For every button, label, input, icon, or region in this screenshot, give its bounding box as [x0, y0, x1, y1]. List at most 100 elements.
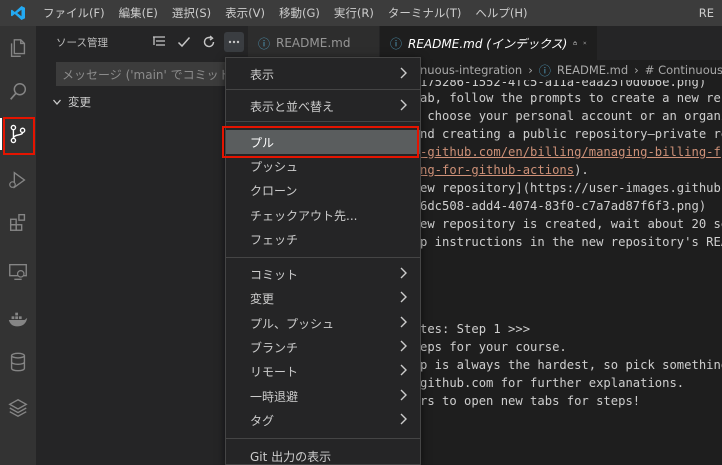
editor-line: choose your personal account or an organ…	[420, 109, 722, 123]
menu-item-label: プル、プッシュ	[250, 316, 335, 331]
menu-item-label: プル	[250, 135, 275, 150]
menu-view[interactable]: 表示(V)	[218, 0, 272, 26]
editor-line: tes: Step 1 >>>	[420, 322, 531, 336]
more-actions-icon[interactable]	[224, 32, 244, 52]
chevron-right-icon	[400, 389, 407, 401]
menu-edit[interactable]: 編集(E)	[112, 0, 165, 26]
database-icon[interactable]	[0, 342, 36, 382]
chevron-right-icon	[400, 67, 407, 79]
editor-line: ab, follow the prompts to create a new r…	[420, 91, 722, 105]
source-control-highlight	[3, 117, 35, 155]
layers-icon[interactable]	[0, 388, 36, 428]
tab-label: README.md	[276, 36, 351, 50]
menu-item-label: タグ	[250, 413, 275, 428]
menu-item-view-sort[interactable]: 表示と並べ替え	[226, 94, 420, 118]
view-as-tree-icon[interactable]	[149, 32, 169, 52]
chevron-right-icon	[400, 267, 407, 279]
menu-item-pull-push[interactable]: プル、プッシュ	[226, 311, 420, 335]
editor-line: github.com for further explanations.	[420, 376, 685, 390]
menu-run[interactable]: 実行(R)	[327, 0, 381, 26]
menu-help[interactable]: ヘルプ(H)	[468, 0, 534, 26]
menu-item-checkout[interactable]: チェックアウト先...	[226, 203, 420, 227]
editor-line: ew repository](https://user-images.githu…	[420, 181, 721, 195]
editor-line: 6dc508-add4-4074-83f0-c7a7ad87f6f3.png)	[420, 199, 707, 213]
vscode-logo-icon	[0, 0, 36, 26]
breadcrumb-folder[interactable]: nuous-integration	[420, 63, 522, 77]
menu-bar: ファイル(F) 編集(E) 選択(S) 表示(V) 移動(G) 実行(R) ター…	[36, 0, 534, 26]
info-icon: ⓘ	[258, 36, 271, 51]
extensions-icon[interactable]	[0, 202, 36, 242]
changes-group[interactable]: 変更	[52, 94, 91, 110]
menu-item-label: 表示	[250, 67, 275, 82]
menu-item-label: 一時退避	[250, 389, 299, 404]
title-bar: ファイル(F) 編集(E) 選択(S) 表示(V) 移動(G) 実行(R) ター…	[0, 0, 722, 26]
commit-check-icon[interactable]	[174, 32, 194, 52]
menu-item-remote[interactable]: リモート	[226, 359, 420, 383]
menu-item-label: リモート	[250, 364, 299, 379]
activity-bar	[0, 26, 36, 465]
menu-item-label: ブランチ	[250, 340, 299, 355]
sidebar-title: ソース管理	[56, 36, 108, 49]
editor-line: ew repository is created, wait about 20 …	[420, 217, 722, 231]
menu-item-show-git-output[interactable]: Git 出力の表示	[226, 444, 420, 465]
sidebar-header: ソース管理	[36, 26, 248, 58]
editor-line: nd creating a public repository—private …	[420, 127, 722, 141]
menu-separator	[226, 438, 420, 439]
menu-item-label: フェッチ	[250, 232, 299, 247]
editor-line: p is always the hardest, so pick somethi…	[420, 358, 722, 372]
menu-item-label: プッシュ	[250, 159, 299, 174]
editor-line: p instructions in the new repository's R…	[420, 235, 722, 249]
search-icon[interactable]	[0, 72, 36, 112]
menu-separator	[226, 257, 420, 258]
tab-readme-index[interactable]: ⓘ README.md (インデックス)	[380, 26, 598, 60]
docker-icon[interactable]	[0, 300, 36, 340]
run-debug-icon[interactable]	[0, 160, 36, 200]
chevron-right-icon	[400, 316, 407, 328]
menu-selection[interactable]: 選択(S)	[165, 0, 218, 26]
editor-line: ng-for-github-actions).	[420, 163, 589, 177]
chevron-right-icon	[400, 364, 407, 376]
menu-item-push[interactable]: プッシュ	[226, 154, 420, 178]
chevron-right-icon	[400, 413, 407, 425]
menu-item-stash[interactable]: 一時退避	[226, 384, 420, 408]
menu-item-fetch[interactable]: フェッチ	[226, 227, 420, 251]
commit-message-input[interactable]: メッセージ ('main' でコミット	[56, 62, 244, 86]
editor-line: eps for your course.	[420, 340, 567, 354]
menu-item-label: クローン	[250, 183, 298, 198]
editor-line: rs to open new tabs for steps!	[420, 394, 641, 408]
chevron-right-icon: ›	[634, 63, 639, 77]
editor-link[interactable]: ng-for-github-actions	[420, 163, 574, 177]
info-icon: ⓘ	[538, 63, 551, 78]
editor-link-line[interactable]: -github.com/en/billing/managing-billing-…	[420, 143, 721, 161]
menu-item-label: コミット	[250, 267, 299, 282]
breadcrumb-symbol[interactable]: # Continuous	[645, 63, 722, 77]
breadcrumb-file[interactable]: README.md	[557, 63, 628, 77]
tab-readme[interactable]: ⓘ README.md	[248, 26, 380, 60]
chevron-right-icon	[400, 99, 407, 111]
menu-item-label: チェックアウト先...	[250, 208, 358, 223]
menu-separator	[226, 121, 420, 122]
menu-item-label: 表示と並べ替え	[250, 99, 335, 114]
explorer-icon[interactable]	[0, 28, 36, 68]
menu-item-view[interactable]: 表示	[226, 62, 420, 86]
chevron-right-icon: ›	[528, 63, 533, 77]
menu-terminal[interactable]: ターミナル(T)	[381, 0, 469, 26]
menu-item-changes[interactable]: 変更	[226, 286, 420, 310]
editor-tabs: ⓘ README.md ⓘ README.md (インデックス)	[248, 26, 722, 60]
menu-item-clone[interactable]: クローン	[226, 178, 420, 202]
chevron-right-icon	[400, 340, 407, 352]
menu-item-branch[interactable]: ブランチ	[226, 335, 420, 359]
refresh-icon[interactable]	[199, 32, 219, 52]
menu-item-tags[interactable]: タグ	[226, 408, 420, 432]
menu-separator	[226, 89, 420, 90]
menu-file[interactable]: ファイル(F)	[36, 0, 112, 26]
menu-item-pull[interactable]: プル	[226, 130, 420, 154]
remote-explorer-icon[interactable]	[0, 252, 36, 292]
menu-go[interactable]: 移動(G)	[272, 0, 327, 26]
source-control-sidebar: ソース管理 メッセージ ('main' でコミット 変更	[36, 26, 248, 465]
menu-item-label: 変更	[250, 291, 275, 306]
close-icon[interactable]	[583, 38, 587, 48]
chevron-right-icon	[400, 291, 407, 303]
menu-item-commit[interactable]: コミット	[226, 262, 420, 286]
info-icon: ⓘ	[390, 36, 403, 51]
